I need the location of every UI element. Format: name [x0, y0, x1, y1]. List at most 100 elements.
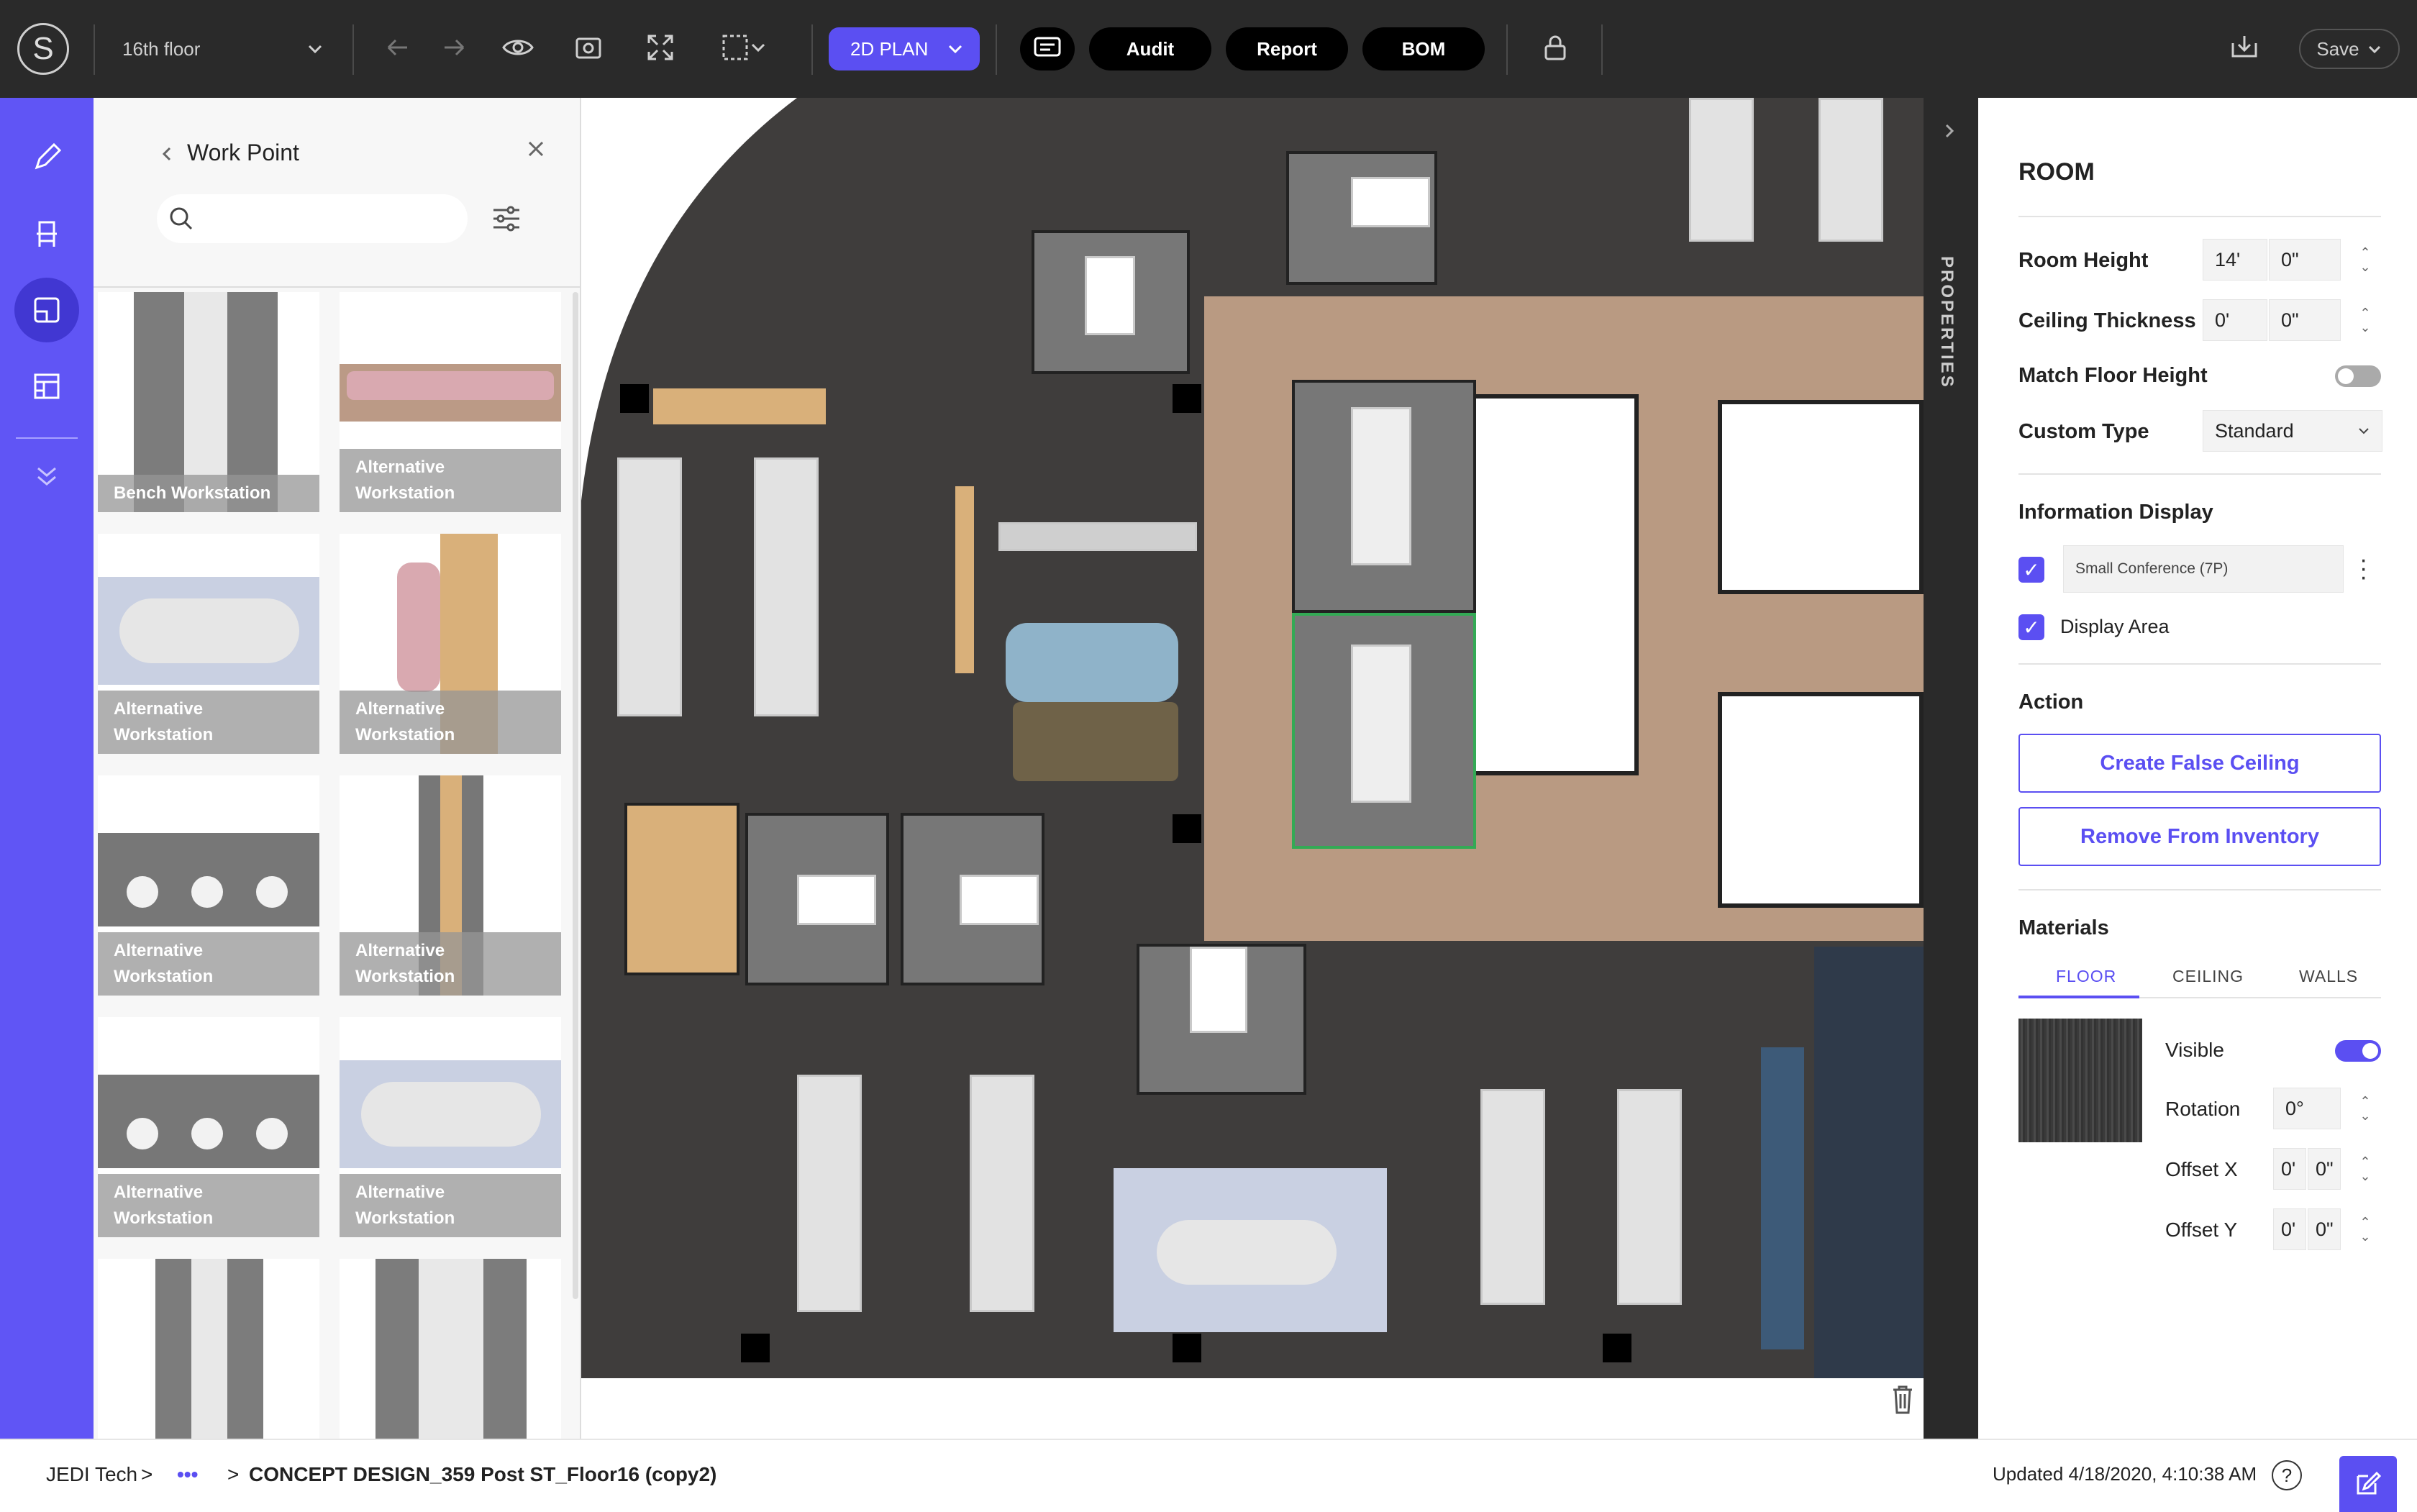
card-thumbnail	[419, 1259, 483, 1439]
plan-mode-button[interactable]: 2D PLAN	[829, 27, 980, 70]
card-workstation[interactable]	[98, 1259, 319, 1439]
card-thumbnail	[191, 1118, 223, 1149]
info-display-checkbox[interactable]: ✓	[2018, 557, 2044, 583]
card-alternative-workstation[interactable]: Alternative Workstation	[340, 775, 561, 996]
meeting-table	[1085, 256, 1135, 335]
properties-strip[interactable]: PROPERTIES	[1924, 98, 1978, 1439]
panel-scrollbar[interactable]	[573, 292, 578, 1299]
create-false-ceiling-button[interactable]: Create False Ceiling	[2018, 734, 2381, 793]
rail-divider	[16, 437, 78, 439]
material-swatch[interactable]	[2018, 1019, 2142, 1142]
room-height-stepper[interactable]: ⌃ ⌄	[2351, 239, 2380, 281]
card-label: Alternative Workstation	[340, 691, 561, 754]
furniture-tool[interactable]	[14, 201, 79, 266]
remove-from-inventory-button[interactable]: Remove From Inventory	[2018, 807, 2381, 866]
screenshot-icon[interactable]	[573, 32, 604, 63]
card-alternative-workstation[interactable]: Alternative Workstation	[98, 775, 319, 996]
layout-tool[interactable]	[14, 354, 79, 419]
divider	[2018, 663, 2381, 665]
collapse-icon[interactable]	[1942, 122, 1959, 140]
wood-table	[955, 486, 974, 673]
room-height-ft-input[interactable]: 14'	[2203, 239, 2267, 281]
visible-toggle[interactable]	[2335, 1040, 2381, 1062]
card-alternative-workstation[interactable]: Alternative Workstation	[98, 1017, 319, 1237]
workpoint-tool[interactable]	[14, 278, 79, 342]
redo-icon[interactable]	[439, 32, 470, 63]
match-floor-height-toggle[interactable]	[2335, 365, 2381, 387]
card-alternative-workstation[interactable]: Alternative Workstation	[340, 292, 561, 512]
rotation-input[interactable]: 0°	[2273, 1088, 2341, 1129]
offset-y-stepper[interactable]: ⌃ ⌄	[2351, 1208, 2380, 1250]
app-logo[interactable]: S	[17, 23, 69, 75]
eye-icon[interactable]	[501, 32, 535, 63]
trash-icon[interactable]	[1890, 1384, 1915, 1416]
offset-x-ft-input[interactable]: 0'	[2273, 1148, 2306, 1190]
meeting-table	[960, 875, 1039, 925]
bench-desk	[797, 1075, 862, 1312]
ceiling-thickness-ft-input[interactable]: 0'	[2203, 299, 2267, 341]
card-workstation[interactable]	[340, 1259, 561, 1439]
display-area-checkbox[interactable]: ✓	[2018, 614, 2044, 640]
more-vertical-icon[interactable]: · · ·	[2359, 547, 2367, 589]
close-icon[interactable]	[525, 138, 547, 160]
draw-tool[interactable]	[14, 125, 79, 190]
bom-button[interactable]: BOM	[1362, 27, 1485, 70]
card-alternative-workstation[interactable]: Alternative Workstation	[98, 534, 319, 754]
bench-desk	[1689, 98, 1754, 242]
breadcrumb-more[interactable]: •••	[177, 1463, 198, 1486]
lock-icon[interactable]	[1539, 32, 1571, 63]
materials-label: Materials	[2018, 916, 2109, 939]
ceiling-thickness-in-input[interactable]: 0"	[2269, 299, 2341, 341]
properties-tab-label: PROPERTIES	[1937, 256, 1957, 389]
back-icon[interactable]	[160, 145, 174, 163]
floor-area	[581, 98, 1924, 1378]
floor-select[interactable]: 16th floor	[122, 29, 324, 69]
status-bar: JEDI Tech > ••• > CONCEPT DESIGN_359 Pos…	[0, 1439, 2417, 1512]
divider	[1601, 24, 1603, 75]
download-icon[interactable]	[2227, 32, 2262, 63]
search-input[interactable]	[157, 194, 468, 243]
divider	[996, 24, 997, 75]
save-button[interactable]: Save	[2299, 29, 2400, 69]
undo-icon[interactable]	[381, 32, 413, 63]
rotation-stepper[interactable]: ⌃ ⌄	[2351, 1088, 2380, 1129]
floor-select-value: 16th floor	[122, 37, 201, 60]
floorplan-canvas[interactable]	[581, 98, 1924, 1439]
feedback-button[interactable]	[2339, 1456, 2397, 1512]
audit-button[interactable]: Audit	[1089, 27, 1211, 70]
plan-mode-label: 2D PLAN	[850, 37, 929, 60]
tab-walls[interactable]: WALLS	[2299, 967, 2358, 986]
phone-room[interactable]	[624, 803, 739, 975]
offset-y-ft-input[interactable]: 0'	[2273, 1208, 2306, 1250]
custom-type-select[interactable]: Standard	[2203, 410, 2382, 452]
card-alternative-workstation[interactable]: Alternative Workstation	[340, 1017, 561, 1237]
card-alternative-workstation[interactable]: Alternative Workstation	[340, 534, 561, 754]
report-button[interactable]: Report	[1226, 27, 1348, 70]
select-tool[interactable]	[715, 32, 773, 63]
workpoint-icon	[34, 297, 60, 323]
left-rail	[0, 98, 94, 1439]
divider	[94, 24, 95, 75]
match-floor-height-label: Match Floor Height	[2018, 364, 2208, 387]
ceiling-thickness-stepper[interactable]: ⌃ ⌄	[2351, 299, 2380, 341]
comment-button[interactable]	[1020, 27, 1075, 70]
offset-x-in-input[interactable]: 0"	[2308, 1148, 2341, 1190]
fullscreen-icon[interactable]	[645, 32, 676, 63]
divider	[2018, 473, 2381, 475]
offset-y-in-input[interactable]: 0"	[2308, 1208, 2341, 1250]
filter-icon[interactable]	[491, 204, 522, 233]
offset-x-stepper[interactable]: ⌃ ⌄	[2351, 1148, 2380, 1190]
tab-ceiling[interactable]: CEILING	[2172, 967, 2244, 986]
info-display-select[interactable]: Small Conference (7P)	[2063, 545, 2344, 593]
breadcrumb-project[interactable]: CONCEPT DESIGN_359 Post ST_Floor16 (copy…	[249, 1463, 716, 1486]
breadcrumb-org[interactable]: JEDI Tech	[46, 1463, 137, 1486]
room-height-in-input[interactable]: 0"	[2269, 239, 2341, 281]
last-updated: Updated 4/18/2020, 4:10:38 AM	[1993, 1463, 2257, 1485]
card-thumbnail	[361, 1082, 541, 1147]
card-bench-workstation[interactable]: Bench Workstation	[98, 292, 319, 512]
expand-rail[interactable]	[14, 443, 79, 508]
tab-floor[interactable]: FLOOR	[2056, 967, 2116, 986]
help-icon[interactable]: ?	[2272, 1460, 2302, 1490]
card-label: Bench Workstation	[98, 475, 319, 512]
workpoint-panel: Work Point Bench Workstation Alternative…	[94, 98, 581, 1439]
